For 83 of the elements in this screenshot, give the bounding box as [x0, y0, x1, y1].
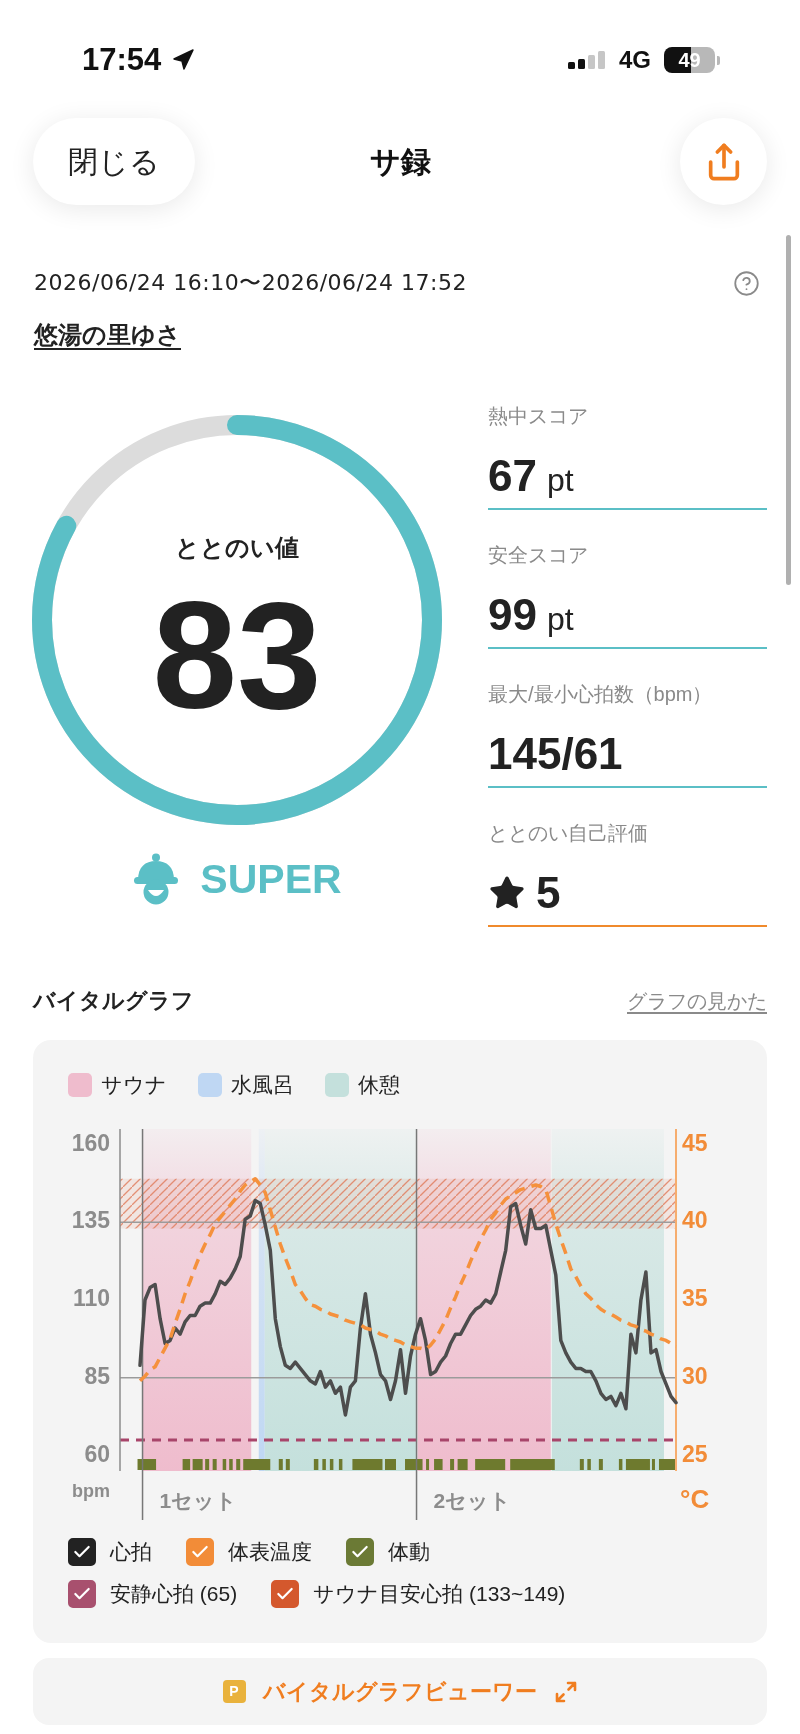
location-arrow-icon — [171, 48, 196, 72]
axis-tick-label: 30 — [682, 1362, 708, 1389]
graph-help-link[interactable]: グラフの見かた — [627, 986, 767, 1016]
checkbox[interactable] — [346, 1538, 374, 1566]
close-button[interactable]: 閉じる — [33, 118, 195, 205]
axis-tick-label: 85 — [84, 1362, 110, 1389]
legend-label: 休憩 — [358, 1072, 400, 1098]
activity-mark — [457, 1459, 468, 1470]
status-time: 17:54 — [82, 42, 162, 78]
section-title: バイタルグラフ — [33, 987, 194, 1015]
activity-mark — [434, 1459, 443, 1470]
toggle-label: サウナ目安心拍 (133~149) — [313, 1581, 566, 1607]
expand-icon — [553, 1679, 578, 1704]
checkbox[interactable] — [68, 1538, 96, 1566]
stat-value: 145/61 — [488, 732, 623, 776]
stat-label: 最大/最小心拍数（bpm） — [488, 682, 714, 707]
axis-unit-label: °C — [680, 1483, 710, 1514]
toggle-label: 心拍 — [110, 1539, 152, 1565]
activity-mark — [658, 1459, 675, 1470]
activity-mark — [338, 1459, 343, 1470]
activity-mark — [510, 1459, 555, 1470]
stat-value: 5 — [536, 871, 561, 915]
toggle-label: 体動 — [388, 1539, 430, 1565]
activity-mark — [475, 1459, 506, 1470]
activity-mark — [405, 1459, 423, 1470]
activity-mark — [618, 1459, 623, 1470]
axis-tick-label: 45 — [682, 1129, 708, 1156]
session-period: 2026/06/24 16:10〜2026/06/24 17:52 — [34, 269, 467, 297]
activity-mark — [236, 1459, 241, 1470]
stat-label: ととのい自己評価 — [488, 821, 649, 846]
activity-mark — [243, 1459, 271, 1470]
activity-mark — [329, 1459, 334, 1470]
score-label: ととのい値 — [175, 534, 299, 562]
help-icon[interactable] — [733, 269, 760, 297]
stat-unit: pt — [546, 461, 574, 500]
activity-mark — [285, 1459, 290, 1470]
activity-mark — [278, 1459, 283, 1470]
place-link[interactable]: 悠湯の里ゆさ — [34, 320, 181, 350]
axis-tick-label: 110 — [72, 1285, 110, 1312]
activity-mark — [426, 1459, 430, 1470]
activity-mark — [313, 1459, 319, 1470]
stat-unit: pt — [546, 600, 574, 639]
set-label: 2セット — [433, 1488, 512, 1512]
activity-mark — [137, 1459, 157, 1470]
stat-label: 安全スコア — [488, 543, 589, 568]
legend-label: サウナ — [101, 1072, 167, 1098]
stat-value: 67 — [488, 454, 537, 498]
axis-tick-label: 160 — [71, 1129, 110, 1156]
axis-unit-label: bpm — [72, 1480, 110, 1501]
activity-mark — [205, 1459, 210, 1470]
activity-mark — [192, 1459, 203, 1470]
stat-value: 99 — [488, 593, 537, 637]
axis-tick-label: 60 — [84, 1440, 110, 1467]
checkbox[interactable] — [186, 1538, 214, 1566]
network-label: 4G — [619, 45, 651, 75]
activity-mark — [450, 1459, 455, 1470]
activity-mark — [579, 1459, 584, 1470]
activity-mark — [598, 1459, 603, 1470]
legend-label: 水風呂 — [231, 1072, 294, 1098]
score-value: 83 — [152, 580, 322, 730]
activity-mark — [212, 1459, 217, 1470]
page-title: サ録 — [369, 143, 431, 180]
signal-icon — [568, 51, 606, 69]
axis-tick-label: 35 — [682, 1285, 708, 1312]
toggle-label: 体表温度 — [228, 1539, 312, 1565]
checkbox[interactable] — [271, 1580, 300, 1608]
stat-label: 熱中スコア — [488, 404, 589, 429]
checkbox[interactable] — [68, 1580, 96, 1608]
activity-mark — [587, 1459, 591, 1470]
activity-mark — [322, 1459, 326, 1470]
axis-tick-label: 135 — [71, 1207, 110, 1234]
set-label: 1セット — [159, 1488, 238, 1512]
activity-mark — [352, 1459, 383, 1470]
axis-tick-label: 40 — [682, 1207, 708, 1234]
axis-tick-label: 25 — [682, 1440, 708, 1467]
activity-mark — [385, 1459, 396, 1470]
activity-mark — [182, 1459, 191, 1470]
hat-face-icon — [132, 853, 181, 905]
rank-label: SUPER — [200, 855, 342, 903]
toggle-label: 安静心拍 (65) — [110, 1581, 238, 1607]
activity-mark — [222, 1459, 227, 1470]
activity-mark — [229, 1459, 233, 1470]
premium-badge: P — [222, 1680, 246, 1703]
